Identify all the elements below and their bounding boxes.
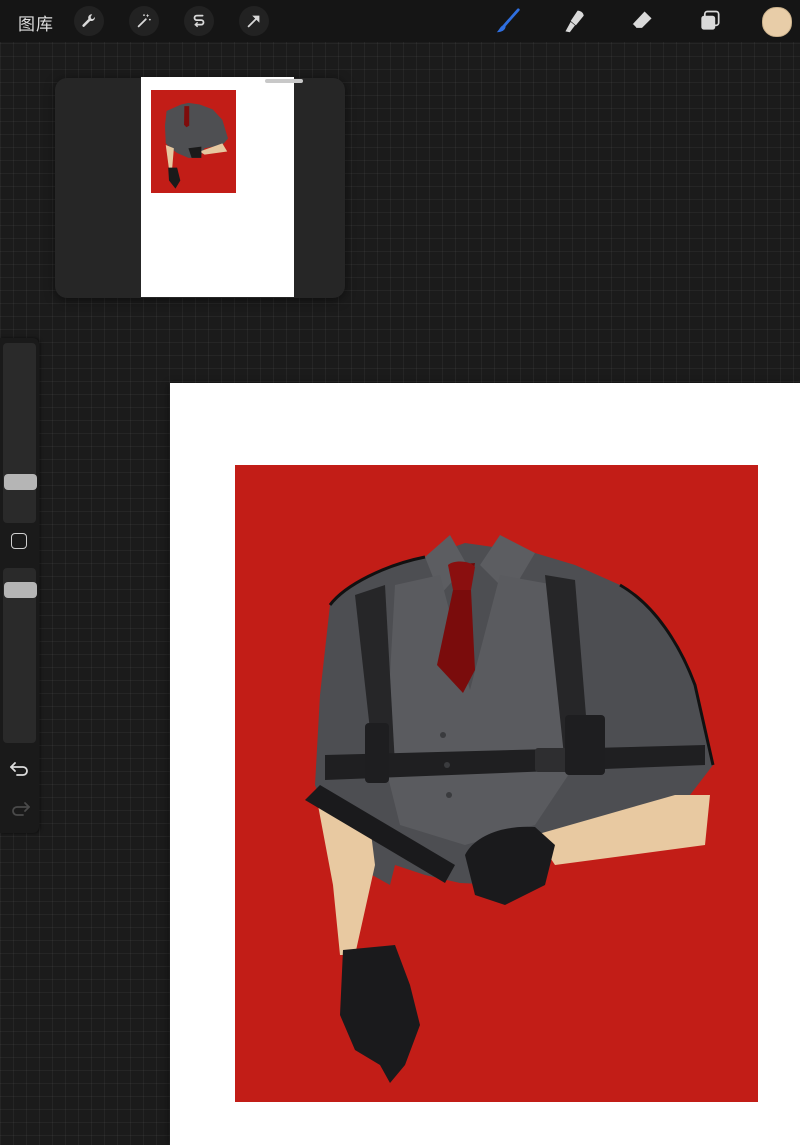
eraser-icon	[632, 11, 652, 29]
selection-button[interactable]	[184, 6, 214, 36]
brush-size-slider-thumb[interactable]	[4, 474, 37, 490]
brush-icon	[496, 8, 520, 33]
layers-icon	[701, 10, 720, 30]
reference-canvas	[141, 77, 303, 297]
brush-size-slider-track[interactable]	[3, 343, 36, 523]
top-toolbar: 图库	[0, 0, 800, 42]
color-picker-button[interactable]	[762, 7, 792, 37]
opacity-slider-thumb[interactable]	[4, 582, 37, 598]
redo-icon[interactable]	[9, 798, 31, 818]
undo-icon[interactable]	[9, 758, 31, 778]
gallery-button[interactable]: 图库	[18, 10, 54, 35]
modify-button[interactable]	[11, 533, 27, 549]
transform-button[interactable]	[239, 6, 269, 36]
reference-window[interactable]	[55, 77, 345, 298]
smudge-icon	[565, 10, 584, 33]
artwork-illustration	[305, 535, 715, 1083]
drawing-canvas[interactable]	[170, 383, 800, 1145]
reference-drag-handle[interactable]	[265, 79, 303, 83]
eraser-button[interactable]	[626, 6, 658, 36]
brush-button[interactable]	[492, 6, 524, 36]
smudge-button[interactable]	[559, 6, 591, 36]
magic-wand-icon	[137, 13, 151, 28]
wrench-icon	[82, 14, 95, 27]
transform-arrow-icon	[247, 15, 260, 28]
layers-button[interactable]	[694, 6, 726, 36]
reference-artwork-thumbnail	[164, 102, 229, 189]
artwork	[235, 465, 758, 1102]
left-sidebar	[0, 338, 39, 833]
selection-icon	[193, 14, 205, 28]
adjustments-button[interactable]	[129, 6, 159, 36]
reference-thumbnail	[151, 90, 236, 193]
actions-button[interactable]	[74, 6, 104, 36]
